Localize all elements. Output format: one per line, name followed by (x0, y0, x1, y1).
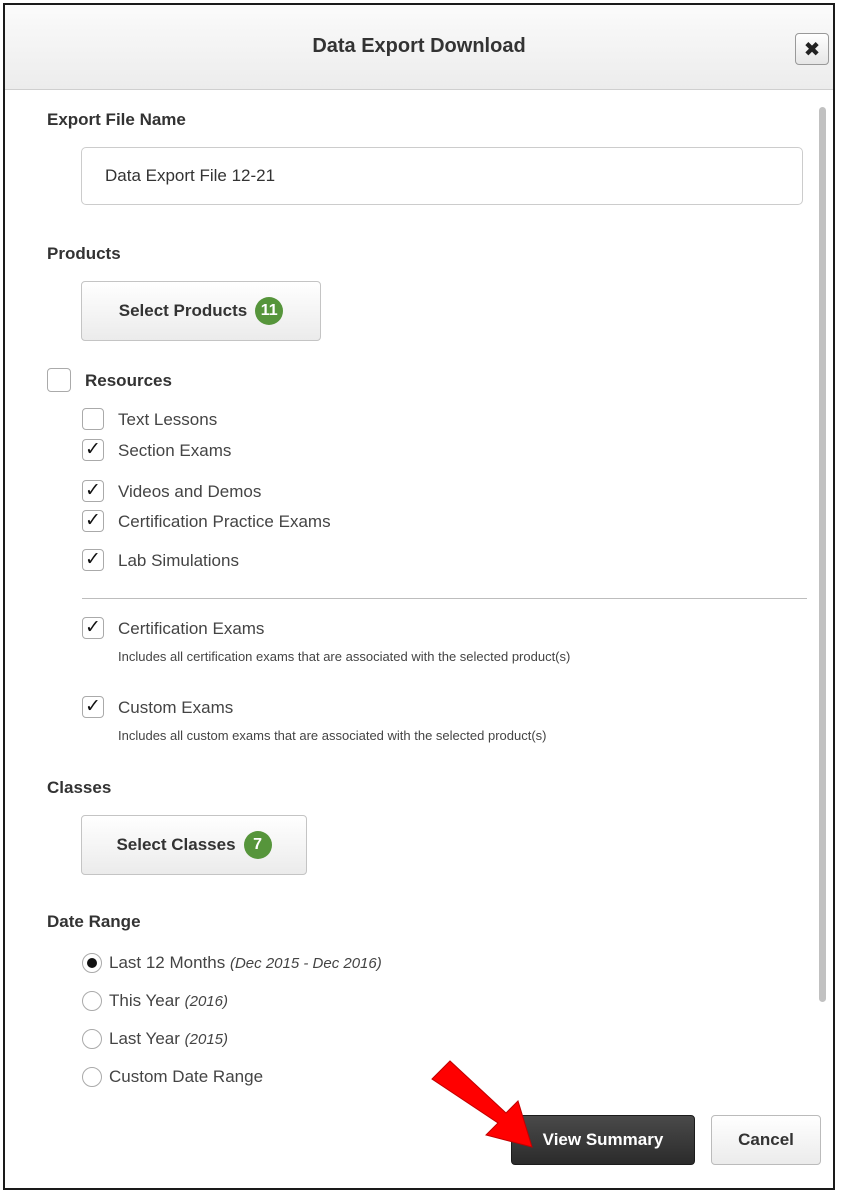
radio-label-custom-date-range: Custom Date Range (109, 1067, 264, 1086)
close-button[interactable]: ✖ (795, 33, 829, 65)
view-summary-button[interactable]: View Summary (511, 1115, 695, 1165)
resources-label: Resources (85, 371, 172, 390)
radio-label-last-year: Last Year (2015) (109, 1029, 228, 1048)
scrollbar[interactable] (819, 97, 826, 1089)
products-count-badge: 11 (255, 297, 284, 325)
checkmark-icon: ✓ (85, 616, 101, 638)
certification-practice-exams-checkbox[interactable]: ✓ (82, 510, 104, 532)
custom-exams-label: Custom Exams (118, 698, 234, 717)
select-classes-label: Select Classes (116, 835, 236, 854)
select-products-button[interactable]: Select Products 11 (81, 281, 321, 341)
export-file-name-label: Export File Name (47, 110, 186, 129)
text-lessons-label: Text Lessons (118, 410, 218, 429)
resources-checkbox[interactable] (47, 368, 71, 392)
export-file-name-input[interactable] (81, 147, 803, 205)
classes-label: Classes (47, 778, 112, 797)
section-exams-label: Section Exams (118, 441, 232, 460)
radio-label-this-year: This Year (2016) (109, 991, 228, 1010)
checkmark-icon: ✓ (85, 695, 101, 717)
checkmark-icon: ✓ (85, 548, 101, 570)
date-detail: (2015) (184, 1031, 228, 1048)
radio-last-year[interactable] (82, 1029, 102, 1049)
radio-last-12-months[interactable] (82, 953, 102, 973)
lab-simulations-label: Lab Simulations (118, 551, 239, 570)
resources-divider (82, 598, 807, 599)
dialog-title: Data Export Download (312, 35, 526, 57)
products-label: Products (47, 244, 121, 263)
close-icon: ✖ (803, 38, 821, 61)
radio-label-last-12-months: Last 12 Months (Dec 2015 - Dec 2016) (109, 953, 382, 972)
certification-exams-label: Certification Exams (118, 619, 265, 638)
date-range-label: Date Range (47, 912, 141, 931)
data-export-dialog: Data Export Download ✖ Export File Name … (3, 3, 835, 1190)
dialog-title-bar: Data Export Download ✖ (5, 5, 833, 90)
date-detail: (Dec 2015 - Dec 2016) (229, 955, 382, 972)
videos-and-demos-label: Videos and Demos (118, 482, 262, 501)
custom-exams-help: Includes all custom exams that are assoc… (118, 728, 547, 743)
checkmark-icon: ✓ (85, 479, 101, 501)
lab-simulations-checkbox[interactable]: ✓ (82, 549, 104, 571)
custom-exams-checkbox[interactable]: ✓ (82, 696, 104, 718)
certification-exams-checkbox[interactable]: ✓ (82, 617, 104, 639)
checkmark-icon: ✓ (85, 509, 101, 531)
date-detail: (2016) (184, 993, 228, 1010)
scrollbar-thumb[interactable] (819, 107, 826, 1002)
select-classes-button[interactable]: Select Classes 7 (81, 815, 307, 875)
radio-custom-date-range[interactable] (82, 1067, 102, 1087)
classes-count-badge: 7 (243, 831, 272, 859)
cancel-button[interactable]: Cancel (711, 1115, 821, 1165)
annotation-arrow-icon (431, 1060, 533, 1148)
text-lessons-checkbox[interactable] (82, 408, 104, 430)
videos-and-demos-checkbox[interactable]: ✓ (82, 480, 104, 502)
radio-selected-dot (87, 958, 97, 968)
section-exams-checkbox[interactable]: ✓ (82, 439, 104, 461)
checkmark-icon: ✓ (85, 438, 101, 460)
select-products-label: Select Products (118, 301, 248, 320)
radio-this-year[interactable] (82, 991, 102, 1011)
certification-exams-help: Includes all certification exams that ar… (118, 649, 571, 664)
certification-practice-exams-label: Certification Practice Exams (118, 512, 331, 531)
